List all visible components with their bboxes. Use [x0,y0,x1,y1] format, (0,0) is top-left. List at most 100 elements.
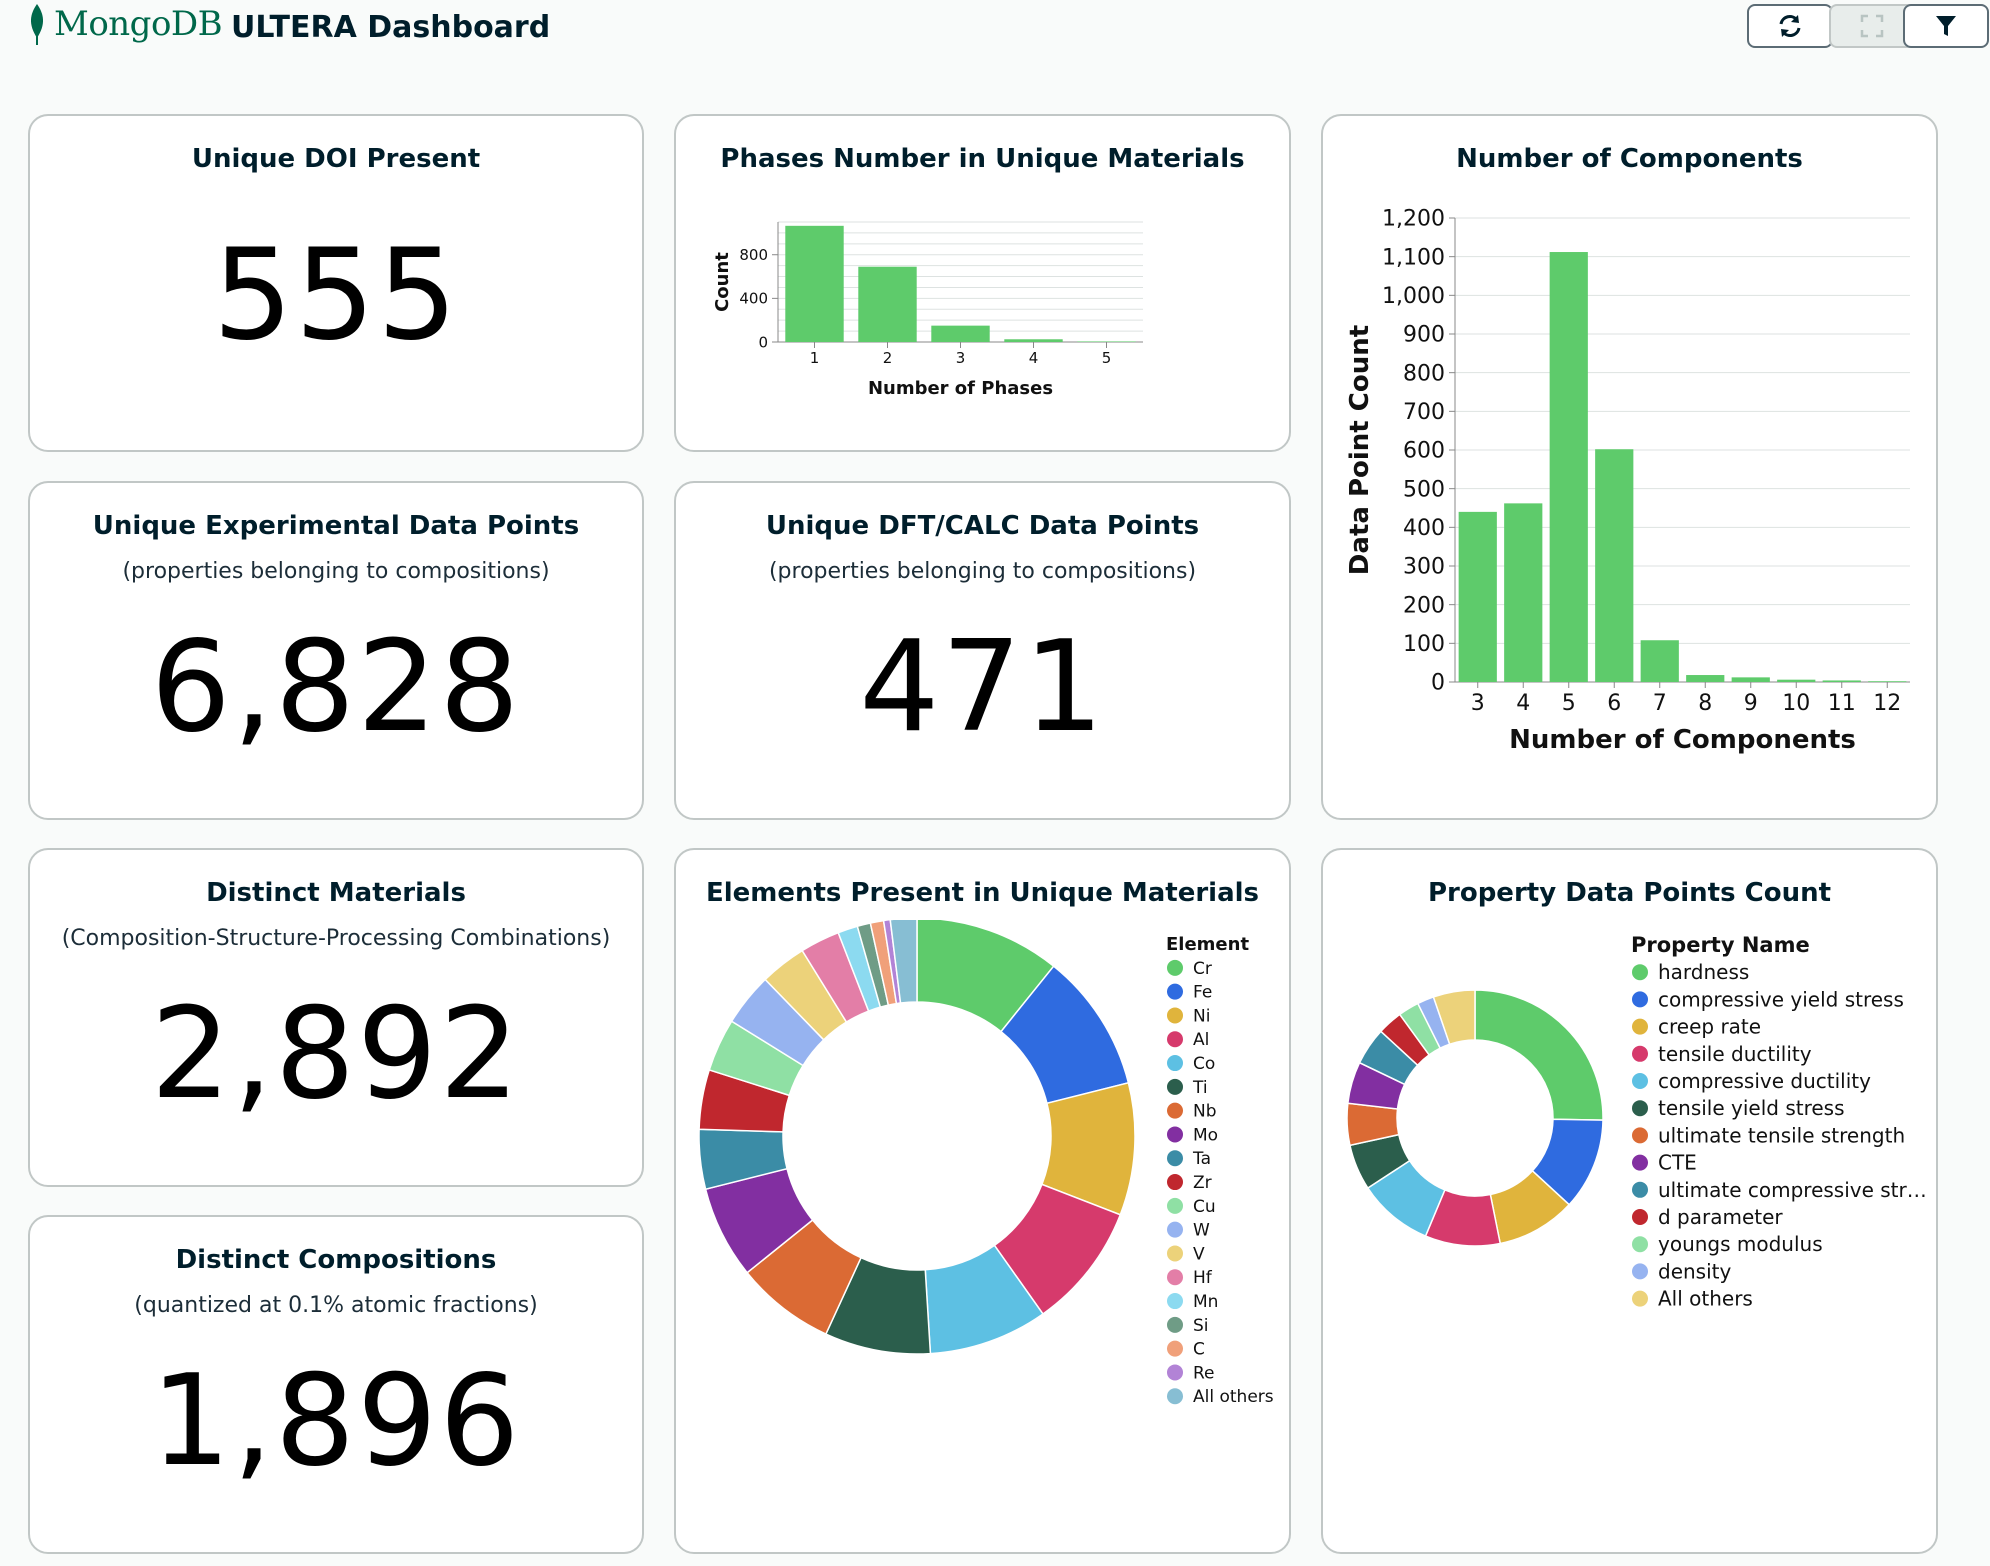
bar [1686,675,1725,682]
legend-label: Ti [1192,1078,1208,1098]
legend-label: Co [1193,1054,1215,1074]
x-tick-label: 3 [1471,691,1485,716]
legend-swatch [1167,1316,1183,1333]
legend-swatch [1167,1293,1183,1310]
card-dft-points: Unique DFT/CALC Data Points (properties … [674,481,1291,820]
card-title: Distinct Compositions [175,1245,497,1275]
fullscreen-icon [1860,14,1884,38]
bar [1731,677,1770,682]
x-tick-label: 4 [1029,349,1039,367]
card-subtitle: (Composition-Structure-Processing Combin… [61,926,611,951]
legend-label: Ta [1192,1149,1211,1169]
legend-label: V [1193,1244,1205,1264]
card-title: Number of Components [1456,144,1803,174]
x-tick-label: 2 [883,349,893,367]
card-elements-chart: Elements Present in Unique Materials Ele… [674,848,1291,1554]
legend-title: Element [1166,934,1249,955]
legend-label: ultimate tensile strength [1658,1123,1905,1147]
legend-swatch [1632,1181,1648,1198]
card-subtitle: (quantized at 0.1% atomic fractions) [134,1293,538,1318]
bar [1777,679,1816,682]
legend-label: Cu [1193,1197,1216,1217]
legend-swatch [1167,1055,1183,1072]
bar [1549,252,1588,682]
legend-swatch [1167,1126,1183,1143]
phases-bar-chart: 0 400 800 1 2 3 4 5 Number of Phases Count [712,221,1143,399]
kpi-value: 555 [212,221,460,368]
x-axis-label: Number of Phases [868,378,1053,399]
y-tick-label: 0 [1431,671,1445,696]
legend-label: Mo [1193,1125,1218,1145]
legend-swatch [1632,1154,1648,1171]
card-property-chart: Property Data Points Count Property Name… [1321,848,1938,1554]
legend-swatch [1167,983,1183,1000]
property-donut-chart: Property Name hardness compressive yield s… [1346,933,1927,1311]
legend-swatch [1167,1221,1183,1238]
filter-button[interactable] [1903,4,1989,48]
card-phases-chart: Phases Number in Unique Materials 0 400 80… [674,114,1291,452]
bar [931,325,990,342]
legend-label: CTE [1658,1151,1697,1175]
y-tick-label: 600 [1403,439,1445,464]
card-subtitle: (properties belonging to compositions) [768,559,1197,584]
bar [1640,640,1679,682]
legend-swatch [1632,1018,1648,1035]
legend-label: compressive yield stress [1658,987,1904,1011]
legend-swatch [1167,1150,1183,1167]
x-tick-label: 10 [1782,691,1810,716]
bar [785,225,844,342]
y-tick-label: 900 [1403,323,1445,348]
legend-label: Hf [1193,1268,1213,1288]
legend-swatch [1632,1290,1648,1307]
legend-label: youngs modulus [1658,1232,1823,1256]
filter-icon [1936,16,1956,36]
legend-swatch [1167,1388,1183,1405]
legend-swatch [1167,1078,1183,1095]
components-bar-chart: 0 100 200 300 400 500 600 700 800 900 1,000 1,100 1,… [1345,207,1910,755]
kpi-value: 1,896 [150,1347,522,1494]
card-subtitle: (properties belonging to compositions) [122,559,550,584]
legend-swatch [1632,1209,1648,1225]
legend-label: C [1193,1340,1205,1360]
legend-label: creep rate [1658,1015,1761,1039]
dashboard-title: ULTERA Dashboard [231,10,551,45]
legend-label: compressive ductility [1658,1069,1871,1093]
legend-swatch [1632,1045,1648,1062]
kpi-value: 2,892 [150,980,522,1127]
refresh-button[interactable] [1747,4,1833,48]
x-tick-label: 9 [1744,691,1758,716]
legend-swatch [1167,1197,1183,1214]
y-tick-label: 800 [739,246,768,264]
card-title: Property Data Points Count [1427,878,1832,908]
legend-swatch [1632,1236,1648,1253]
x-tick-label: 7 [1653,691,1667,716]
legend-label: Mn [1193,1292,1218,1312]
y-tick-label: 100 [1403,632,1445,657]
y-tick-label: 0 [758,333,768,351]
legend-label: Nb [1193,1102,1217,1122]
bar [858,266,917,342]
legend-label: All others [1658,1287,1753,1311]
y-tick-label: 200 [1403,593,1445,618]
y-tick-label: 500 [1403,477,1445,502]
dashboard-header: MongoDB ULTERA Dashboard [0,0,1990,70]
legend-swatch [1167,1340,1183,1357]
legend-label: Al [1193,1030,1209,1050]
mongodb-logo[interactable]: MongoDB [26,2,223,46]
card-title: Unique DOI Present [191,144,481,174]
y-tick-label: 400 [1403,516,1445,541]
bar [1004,339,1063,342]
x-tick-label: 3 [956,349,966,367]
card-title: Phases Number in Unique Materials [720,144,1245,174]
y-axis-label: Count [712,252,733,312]
legend-swatch [1167,959,1183,976]
legend-label: hardness [1658,960,1749,984]
legend-label: Si [1193,1316,1209,1336]
card-distinct-materials: Distinct Materials (Composition-Structur… [28,848,644,1187]
legend-title: Property Name [1631,933,1810,957]
y-tick-label: 1,000 [1382,284,1445,309]
legend-label: d parameter [1658,1205,1783,1229]
legend-label: Cr [1193,959,1212,979]
y-tick-label: 800 [1403,361,1445,386]
bar [1868,681,1907,682]
